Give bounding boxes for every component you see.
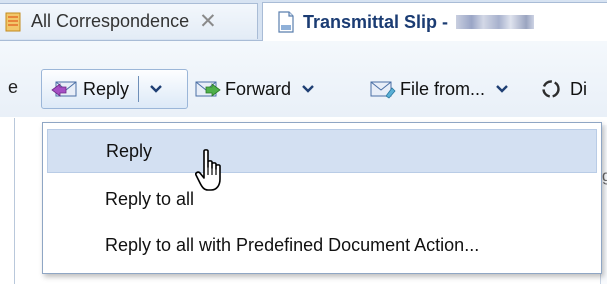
truncated-toolbar-label: e	[8, 77, 19, 97]
tab-label: All Correspondence	[31, 11, 190, 31]
chevron-down-icon[interactable]	[495, 82, 509, 96]
menu-item-reply-to-all-predefined-action[interactable]: Reply to all with Predefined Document Ac…	[47, 223, 597, 267]
reply-envelope-icon	[51, 81, 77, 97]
close-icon[interactable]: ✕	[199, 11, 217, 32]
forward-button-label: Forward	[225, 78, 292, 99]
reply-button[interactable]: Reply	[42, 70, 129, 108]
tab-strip: All Correspondence ✕ Transmittal Slip -	[0, 0, 607, 41]
refresh-circle-icon	[542, 80, 560, 98]
chevron-down-icon[interactable]	[301, 82, 315, 96]
left-frame-edge	[0, 118, 15, 284]
document-stack-icon	[5, 12, 21, 31]
file-from-button-label: File from...	[400, 78, 486, 99]
reply-split-button[interactable]: Reply	[41, 69, 188, 109]
redacted-text	[456, 15, 535, 29]
split-divider	[138, 76, 140, 102]
forward-button[interactable]: Forward	[195, 69, 315, 109]
hand-pointer-cursor-icon	[195, 149, 221, 191]
tab-label: Transmittal Slip -	[303, 11, 449, 32]
tab-transmittal-slip[interactable]: Transmittal Slip -	[262, 2, 607, 41]
discuss-button-label: Di	[570, 78, 587, 99]
menu-item-reply[interactable]: Reply	[47, 129, 597, 173]
reply-button-label: Reply	[83, 78, 130, 99]
menu-item-reply-to-all[interactable]: Reply to all	[47, 177, 597, 221]
truncated-content-text: g	[602, 168, 607, 185]
forward-envelope-icon	[195, 81, 221, 97]
chevron-down-icon[interactable]	[149, 82, 163, 96]
discuss-button[interactable]: Di	[540, 69, 587, 109]
toolbar: e Reply Forward File from... Di	[0, 41, 607, 117]
reply-dropdown-menu: Reply Reply to all Reply to all with Pre…	[42, 122, 602, 274]
file-from-button[interactable]: File from...	[370, 69, 509, 109]
file-envelope-icon	[370, 81, 396, 99]
document-icon	[278, 11, 294, 33]
tab-all-correspondence[interactable]: All Correspondence ✕	[0, 3, 258, 39]
